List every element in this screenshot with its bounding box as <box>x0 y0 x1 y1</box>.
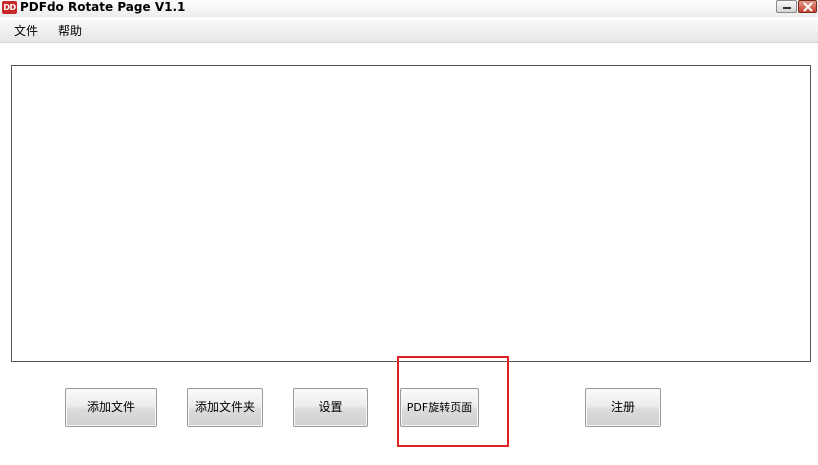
settings-button[interactable]: 设置 <box>293 388 368 427</box>
menu-file[interactable]: 文件 <box>12 23 40 39</box>
title-bar[interactable]: DD PDFdo Rotate Page V1.1 <box>0 0 818 17</box>
menu-bar: 文件 帮助 <box>0 20 818 43</box>
file-list-panel[interactable] <box>11 65 811 362</box>
close-button[interactable] <box>798 0 817 13</box>
app-window: DD PDFdo Rotate Page V1.1 文件 帮助 添加文件 添加文… <box>0 0 818 465</box>
app-icon: DD <box>2 1 17 14</box>
register-button[interactable]: 注册 <box>585 388 661 427</box>
add-folder-button[interactable]: 添加文件夹 <box>187 388 263 427</box>
window-title: PDFdo Rotate Page V1.1 <box>20 0 186 14</box>
minimize-button[interactable] <box>776 0 797 13</box>
menu-help[interactable]: 帮助 <box>56 23 84 39</box>
rotate-pages-button[interactable]: PDF旋转页面 <box>400 388 479 427</box>
add-file-button[interactable]: 添加文件 <box>65 388 157 427</box>
close-icon <box>803 2 813 12</box>
minimize-icon <box>783 7 791 9</box>
